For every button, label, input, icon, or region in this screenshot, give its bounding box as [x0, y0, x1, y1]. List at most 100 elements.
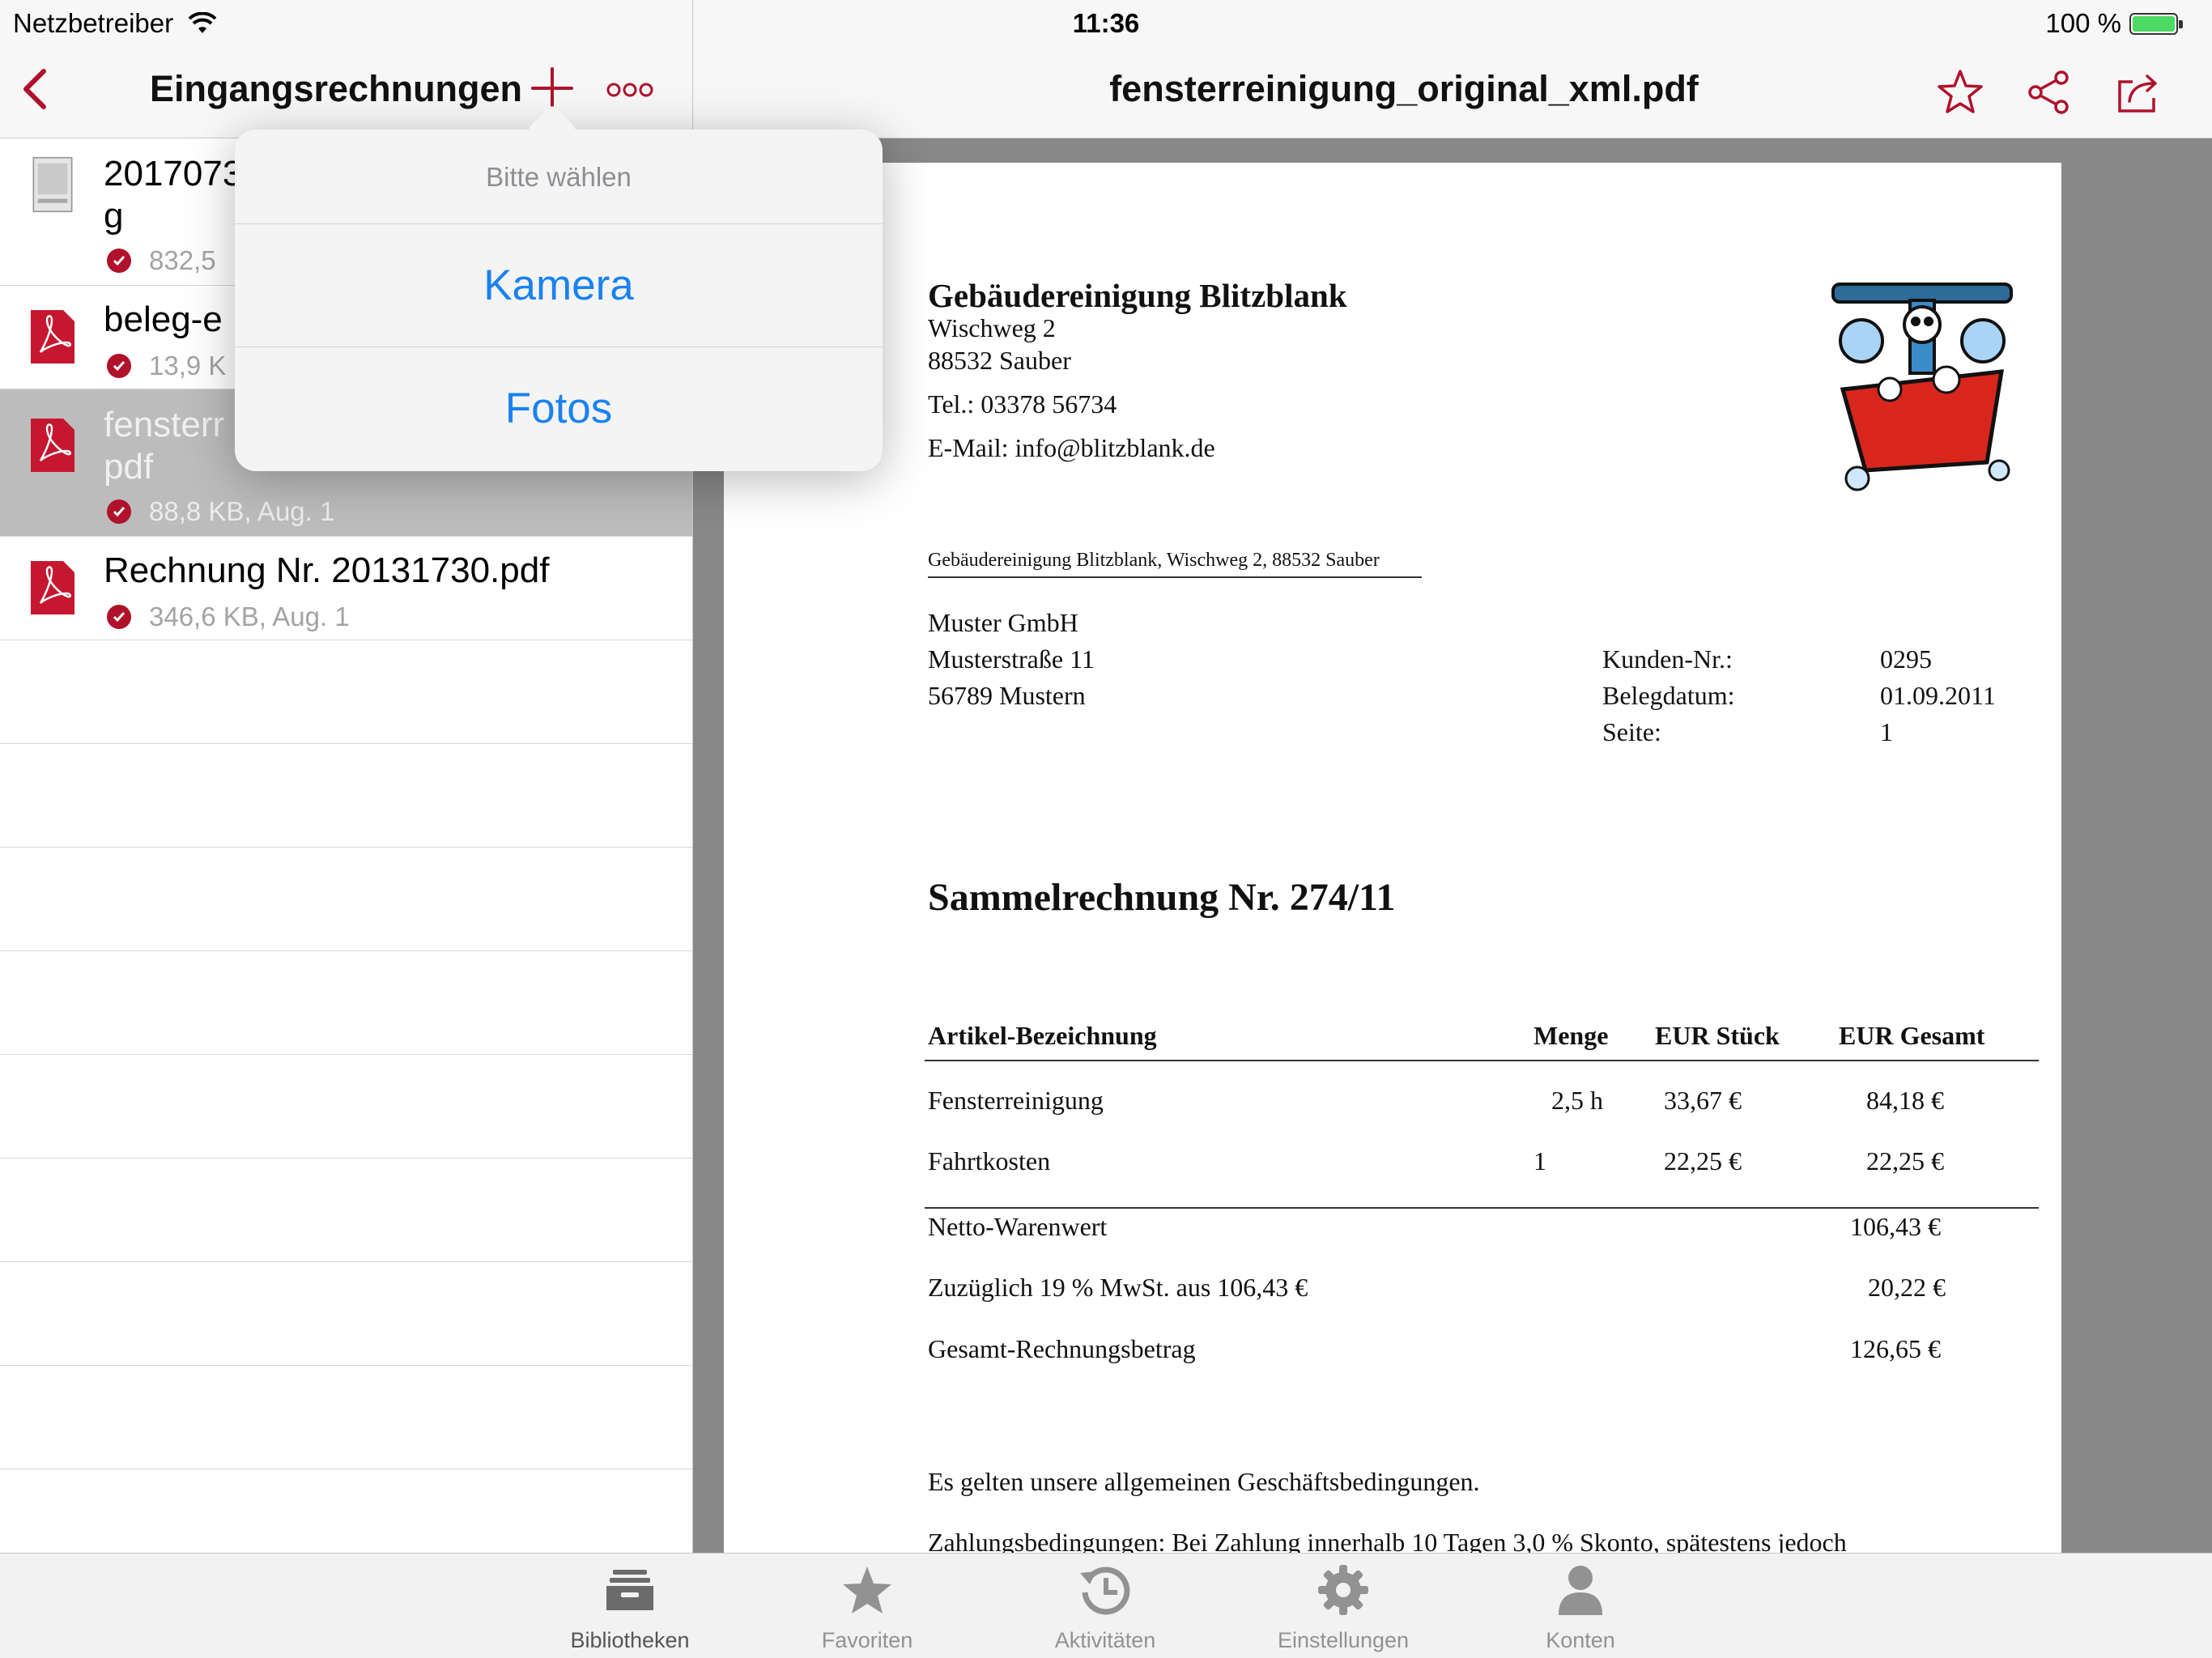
table-header-rule [925, 1060, 2039, 1061]
row-item: Fensterreinigung [928, 1086, 1104, 1115]
export-icon[interactable] [2113, 67, 2163, 117]
check-icon [107, 500, 131, 524]
status-right: 100 % [2045, 8, 2183, 39]
image-thumbnail-icon [32, 156, 73, 213]
more-options-icon[interactable] [606, 74, 654, 106]
file-name: 2017073 [104, 154, 243, 193]
summary-value: 20,22 € [1868, 1273, 1946, 1302]
file-meta: 346,6 KB, Aug. 1 [107, 602, 350, 632]
info-value: 01.09.2011 [1880, 681, 1996, 710]
empty-row [0, 951, 692, 1055]
recipient-city: 56789 Mustern [928, 681, 1086, 710]
empty-row [0, 1158, 692, 1262]
file-name-continued: pdf [104, 447, 154, 487]
tab-favoriten[interactable]: Favoriten [786, 1562, 948, 1653]
file-size: 13,9 K [149, 351, 227, 380]
column-header-total: EUR Gesamt [1839, 1021, 1985, 1050]
row-qty: 2,5 h [1551, 1086, 1603, 1115]
history-icon [1080, 1567, 1130, 1615]
pdf-page: Gebäudereinigung Blitzblank Wischweg 2 8… [724, 163, 2061, 1553]
file-size: 88,8 KB, Aug. 1 [149, 496, 335, 526]
company-street: Wischweg 2 [928, 313, 1056, 342]
tab-label: Favoriten [821, 1628, 913, 1652]
empty-row [0, 640, 692, 744]
company-phone: Tel.: 03378 56734 [928, 389, 1117, 419]
summary-value: 126,65 € [1850, 1334, 1941, 1363]
tab-label: Bibliotheken [570, 1628, 690, 1652]
left-nav-bar: Eingangsrechnungen [0, 45, 692, 138]
row-unit: 33,67 € [1664, 1086, 1742, 1115]
terms-text: Es gelten unsere allgemeinen Geschäftsbe… [928, 1467, 1480, 1496]
row-qty: 1 [1534, 1146, 1546, 1175]
summary-label: Netto-Warenwert [928, 1212, 1108, 1241]
recipient-name: Muster GmbH [928, 608, 1078, 637]
tab-konten[interactable]: Konten [1499, 1562, 1661, 1653]
tab-bibliotheken[interactable]: Bibliotheken [549, 1562, 711, 1653]
recipient-street: Musterstraße 11 [928, 644, 1095, 674]
row-total: 84,18 € [1866, 1086, 1944, 1115]
column-header-unit: EUR Stück [1655, 1021, 1780, 1050]
empty-row [0, 1262, 692, 1366]
company-city: 88532 Sauber [928, 346, 1071, 375]
sender-address-line: Gebäudereinigung Blitzblank, Wischweg 2,… [928, 550, 1422, 578]
source-picker-popover: Bitte wählen Kamera Fotos [235, 104, 883, 471]
photos-option[interactable]: Fotos [235, 347, 883, 470]
empty-row [0, 1366, 692, 1469]
company-email: E-Mail: info@blitzblank.de [928, 433, 1215, 462]
star-icon [843, 1567, 891, 1613]
summary-label: Gesamt-Rechnungsbetrag [928, 1334, 1196, 1363]
file-meta: 832,5 [107, 245, 216, 276]
clock: 11:36 [1072, 8, 1140, 38]
pdf-icon [31, 419, 74, 472]
summary-value: 106,43 € [1850, 1212, 1941, 1241]
file-size: 832,5 [149, 245, 216, 275]
battery-percent: 100 % [2045, 8, 2121, 38]
share-nodes-icon[interactable] [2024, 67, 2074, 117]
row-item: Fahrtkosten [928, 1146, 1051, 1175]
library-icon [606, 1570, 653, 1610]
company-logo [1831, 283, 2013, 491]
row-total: 22,25 € [1866, 1146, 1944, 1175]
check-icon [107, 354, 131, 378]
summary-rule [925, 1207, 2039, 1209]
info-label: Kunden-Nr.: [1602, 644, 1733, 674]
check-icon [107, 249, 131, 273]
file-name: beleg-e [104, 300, 223, 339]
library-title: Eingangsrechnungen [150, 68, 523, 109]
camera-option[interactable]: Kamera [235, 224, 883, 347]
pdf-icon [31, 561, 74, 614]
tab-label: Konten [1546, 1628, 1615, 1652]
back-chevron-icon[interactable] [13, 65, 62, 113]
column-header-item: Artikel-Bezeichnung [928, 1021, 1157, 1050]
empty-row [0, 1469, 692, 1553]
column-header-qty: Menge [1534, 1021, 1609, 1050]
invoice-title: Sammelrechnung Nr. 274/11 [928, 876, 1396, 919]
info-value: 1 [1880, 717, 1893, 746]
favorite-star-icon[interactable] [1935, 67, 1985, 117]
status-bar: Netzbetreiber 11:36 100 % [0, 0, 2212, 45]
tab-einstellungen[interactable]: Einstellungen [1262, 1562, 1424, 1653]
summary-label: Zuzüglich 19 % MwSt. aus 106,43 € [928, 1273, 1308, 1302]
file-row[interactable]: Rechnung Nr. 20131730.pdf 346,6 KB, Aug.… [0, 537, 692, 640]
tab-label: Aktivitäten [1054, 1628, 1156, 1652]
info-label: Seite: [1602, 717, 1661, 746]
info-value: 0295 [1880, 644, 1932, 674]
company-name: Gebäudereinigung Blitzblank [928, 277, 1347, 314]
popover-header: Bitte wählen [235, 130, 883, 224]
empty-row [0, 1055, 692, 1158]
tab-label: Einstellungen [1277, 1628, 1410, 1652]
person-icon [1559, 1566, 1602, 1615]
empty-row [0, 744, 692, 848]
document-nav-bar: fensterreinigung_original_xml.pdf [693, 45, 2212, 138]
file-size: 346,6 KB, Aug. 1 [149, 602, 350, 631]
file-name-continued: g [104, 196, 124, 236]
file-meta: 13,9 K [107, 351, 226, 381]
gear-icon [1318, 1565, 1368, 1615]
document-viewer[interactable]: Gebäudereinigung Blitzblank Wischweg 2 8… [693, 138, 2212, 1553]
payment-terms: Zahlungsbedingungen: Bei Zahlung innerha… [928, 1528, 1847, 1553]
info-label: Belegdatum: [1602, 681, 1735, 710]
tab-aktivitaeten[interactable]: Aktivitäten [1024, 1562, 1186, 1653]
file-name: Rechnung Nr. 20131730.pdf [104, 551, 550, 590]
tab-bar: Bibliotheken Favoriten Aktivitäten Einst… [0, 1553, 2212, 1658]
file-name: fensterr [104, 405, 225, 444]
